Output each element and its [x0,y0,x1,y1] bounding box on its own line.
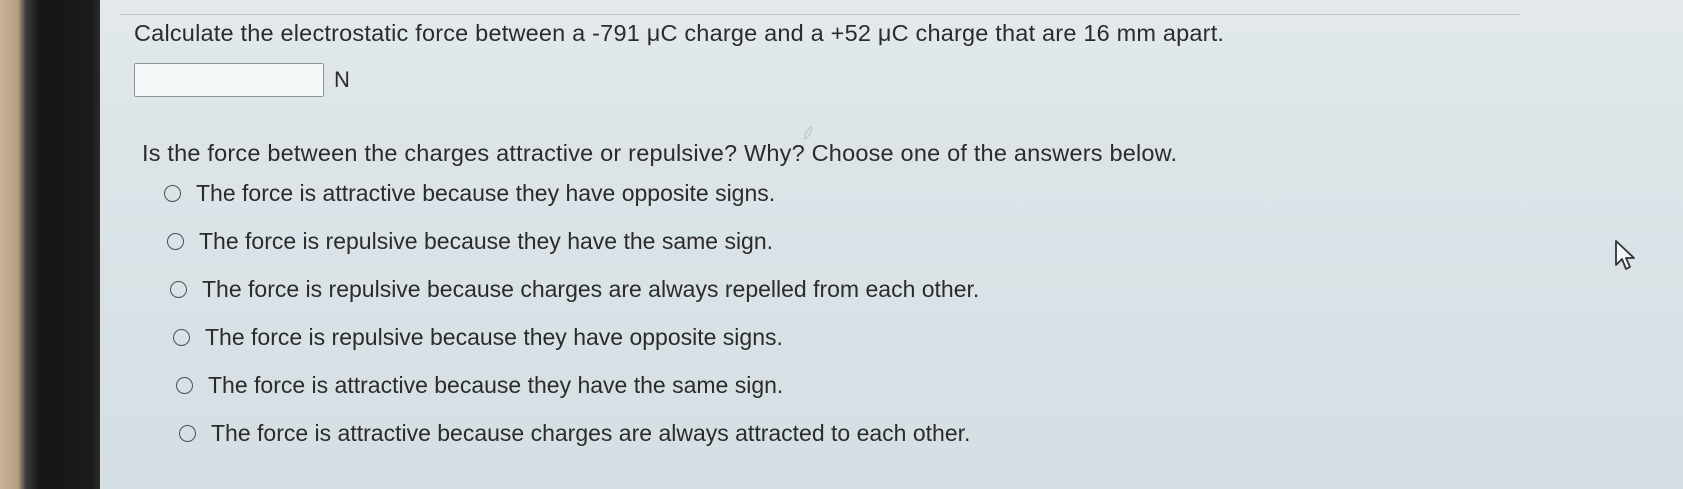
top-divider [120,0,1520,15]
option-attractive-always-attracted[interactable]: The force is attractive because charges … [179,420,970,447]
option-label: The force is repulsive because they have… [205,324,783,350]
option-repulsive-always-repelled[interactable]: The force is repulsive because charges a… [170,276,979,303]
option-label: The force is attractive because they hav… [196,180,776,206]
option-label: The force is repulsive because charges a… [202,276,980,302]
mouse-pointer-icon [1615,240,1635,270]
radio-unselected-icon[interactable] [164,185,181,202]
question-text: Calculate the electrostatic force betwee… [134,20,1225,46]
option-attractive-same-sign[interactable]: The force is attractive because they hav… [176,372,783,399]
option-label: The force is repulsive because they have… [199,228,774,254]
choice-prompt: Is the force between the charges attract… [142,140,1178,166]
answer-row: N [134,62,350,98]
monitor-bezel [0,0,100,489]
option-label: The force is attractive because they hav… [208,372,784,398]
radio-unselected-icon[interactable] [167,233,184,250]
screen-smudge [804,126,812,140]
radio-unselected-icon[interactable] [173,329,190,346]
option-label: The force is attractive because charges … [211,420,971,446]
radio-unselected-icon[interactable] [179,425,196,442]
radio-unselected-icon[interactable] [170,281,187,298]
unit-label: N [334,67,350,92]
force-answer-input[interactable] [134,63,324,97]
option-attractive-opposite-signs[interactable]: The force is attractive because they hav… [164,180,775,207]
option-repulsive-same-sign[interactable]: The force is repulsive because they have… [167,228,773,255]
radio-unselected-icon[interactable] [176,377,193,394]
option-repulsive-opposite-signs[interactable]: The force is repulsive because they have… [173,324,783,351]
